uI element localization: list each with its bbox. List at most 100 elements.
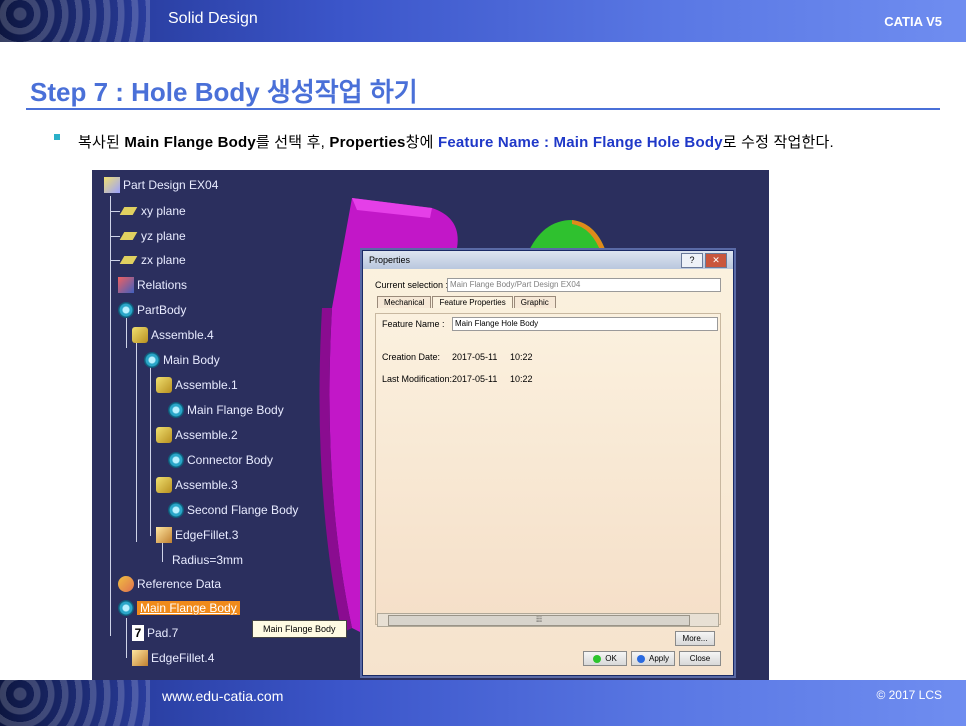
tree-item-edgefillet4[interactable]: EdgeFillet.4	[132, 649, 214, 667]
tree-item-main-flange-body-selected[interactable]: Main Flange Body	[118, 599, 240, 617]
assemble-icon	[156, 377, 172, 393]
tree-item-connector-body[interactable]: Connector Body	[168, 451, 273, 469]
tooltip: Main Flange Body	[252, 620, 347, 638]
dialog-titlebar: Properties ? ✕	[363, 251, 733, 269]
body-icon	[144, 352, 160, 368]
tree-item-pad[interactable]: 7 Pad.7	[132, 624, 178, 642]
assemble-icon	[156, 477, 172, 493]
instr-bold-body: Main Flange Body	[124, 134, 256, 151]
header-title: Solid Design	[168, 10, 258, 27]
header-decoration	[0, 0, 150, 42]
tree-item-second-flange-body[interactable]: Second Flange Body	[168, 501, 298, 519]
footer-url[interactable]: www.edu-catia.com	[162, 688, 283, 704]
tree-label: Assemble.1	[175, 378, 238, 392]
tree-item-assemble1[interactable]: Assemble.1	[156, 376, 238, 394]
creation-date-label: Creation Date:	[382, 352, 441, 362]
last-modification-value: 2017-05-11	[452, 374, 498, 384]
ok-button[interactable]: OK	[583, 651, 627, 666]
tree-line	[136, 342, 137, 542]
tree-line	[110, 196, 111, 636]
ok-label: OK	[605, 654, 617, 663]
tree-label: Main Flange Body	[187, 403, 284, 417]
title-divider	[26, 108, 940, 110]
body-icon	[168, 502, 184, 518]
instr-feature-name: Feature Name : Main Flange Hole Body	[437, 134, 723, 151]
tree-item-yz-plane[interactable]: yz plane	[118, 227, 186, 245]
feature-properties-pane: Feature Name : Main Flange Hole Body Cre…	[375, 313, 721, 625]
instr-part: 복사된	[78, 134, 125, 151]
feature-name-label: Feature Name :	[382, 319, 445, 329]
current-selection-label: Current selection :	[375, 280, 449, 290]
tree-label: Assemble.3	[175, 478, 238, 492]
instruction-text: 복사된 Main Flange Body를 선택 후, Properties창에…	[78, 131, 834, 152]
tab-mechanical[interactable]: Mechanical	[377, 296, 432, 308]
tree-item-main-body[interactable]: Main Body	[144, 351, 220, 369]
tree-line	[150, 366, 151, 536]
tab-graphic[interactable]: Graphic	[513, 296, 556, 308]
footer-decoration	[0, 680, 150, 726]
reference-icon	[118, 576, 134, 592]
properties-dialog: Properties ? ✕ Current selection : Main …	[362, 250, 734, 676]
tree-label: Second Flange Body	[187, 503, 299, 517]
body-icon	[118, 302, 134, 318]
tree-item-partbody[interactable]: PartBody	[118, 301, 186, 319]
horizontal-scrollbar[interactable]: ⁞⁞⁞	[377, 613, 719, 627]
tree-label: EdgeFillet.3	[175, 528, 239, 542]
apply-button[interactable]: Apply	[631, 651, 675, 666]
feature-name-value: Main Flange Hole Body	[455, 319, 539, 328]
tab-feature-properties[interactable]: Feature Properties	[432, 296, 513, 308]
tree-item-xy-plane[interactable]: xy plane	[118, 202, 186, 220]
ok-icon	[593, 654, 602, 663]
tree-label: zx plane	[141, 253, 186, 267]
current-selection-field[interactable]: Main Flange Body/Part Design EX04	[447, 278, 721, 292]
fillet-icon	[156, 527, 172, 543]
tree-root[interactable]: Part Design EX04	[104, 176, 218, 194]
instr-part: 를 선택 후,	[255, 134, 330, 151]
tree-label: Assemble.2	[175, 428, 238, 442]
feature-name-input[interactable]: Main Flange Hole Body	[452, 317, 718, 331]
instr-part: 로 수정 작업한다.	[722, 134, 834, 151]
more-button[interactable]: More...	[675, 631, 715, 646]
pad-icon: 7	[132, 625, 144, 641]
body-icon	[168, 402, 184, 418]
help-icon[interactable]: ?	[681, 253, 703, 268]
close-icon[interactable]: ✕	[705, 253, 727, 268]
green-part	[527, 220, 607, 255]
apply-label: Apply	[648, 654, 669, 663]
creation-time-value: 10:22	[510, 352, 533, 362]
tree-item-edgefillet3[interactable]: EdgeFillet.3	[156, 526, 238, 544]
tree-label: PartBody	[137, 303, 187, 317]
tree-item-assemble3[interactable]: Assemble.3	[156, 476, 238, 494]
tree-label: EdgeFillet.4	[151, 651, 215, 665]
footer-bar: www.edu-catia.com © 2017 LCS	[0, 680, 966, 726]
step-title: Step 7 : Hole Body 생성작업 하기	[30, 77, 418, 107]
tree-item-main-flange-body[interactable]: Main Flange Body	[168, 401, 284, 419]
tree-line	[162, 542, 163, 562]
scrollbar-thumb[interactable]: ⁞⁞⁞	[388, 615, 690, 626]
tree-item-relations[interactable]: Relations	[118, 276, 187, 294]
last-modification-time: 10:22	[510, 374, 533, 384]
tree-label: xy plane	[141, 204, 186, 218]
plane-icon	[119, 256, 138, 264]
dialog-tabs: Mechanical Feature Properties Graphic	[377, 296, 557, 308]
tree-label: Radius=3mm	[172, 553, 244, 567]
tree-label: Pad.7	[147, 626, 179, 640]
body-icon	[118, 600, 134, 616]
plane-icon	[119, 207, 138, 215]
tree-item-zx-plane[interactable]: zx plane	[118, 251, 186, 269]
tree-item-reference-data[interactable]: Reference Data	[118, 575, 221, 593]
fillet-icon	[132, 650, 148, 666]
relations-icon	[118, 277, 134, 293]
last-modification-label: Last Modification:	[382, 374, 453, 384]
apply-icon	[636, 654, 645, 663]
tree-label: Relations	[137, 278, 188, 292]
tree-item-assemble2[interactable]: Assemble.2	[156, 426, 238, 444]
tree-label: Reference Data	[137, 577, 222, 591]
creation-date-value: 2017-05-11	[452, 352, 498, 362]
tree-item-assemble4[interactable]: Assemble.4	[132, 326, 214, 344]
close-button[interactable]: Close	[679, 651, 721, 666]
tree-item-radius[interactable]: Radius=3mm	[172, 551, 243, 569]
tree-line	[126, 318, 127, 348]
instr-bold-properties: Properties	[329, 134, 406, 151]
body-icon	[168, 452, 184, 468]
